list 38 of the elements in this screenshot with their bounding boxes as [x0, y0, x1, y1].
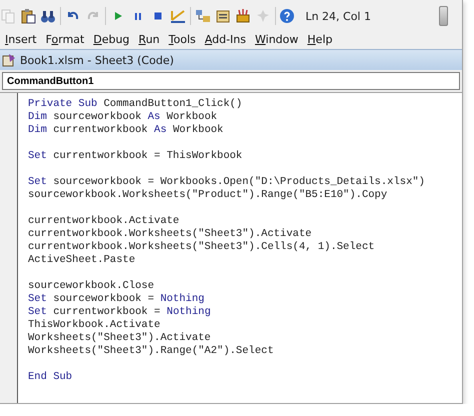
code-line: Set sourceworkbook = Workbooks.Open("D:\Products_Details.xlsx")	[28, 176, 426, 189]
code-line: Private Sub CommandButton1_Click()	[28, 98, 244, 111]
code-line: Set currentworkbook = Nothing	[28, 306, 212, 319]
menu-item[interactable]: Run	[136, 32, 166, 46]
code-line: currentworkbook.Worksheets("Sheet3").Cells(4, 1).Select	[28, 241, 376, 254]
module-icon	[2, 53, 16, 67]
paste-icon[interactable]	[20, 8, 36, 24]
menu-item[interactable]: Format	[42, 32, 90, 46]
code-line: Worksheets("Sheet3").Activate	[28, 332, 212, 345]
code-line: sourceworkbook.Worksheets("Product").Range("B5:E10").Copy	[28, 189, 388, 202]
menu-item[interactable]: Window	[252, 32, 304, 46]
code-line: sourceworkbook.Close	[28, 280, 156, 293]
code-line: End Sub	[28, 371, 74, 384]
toolbar-grip[interactable]	[439, 6, 448, 26]
menu-item[interactable]: Debug	[90, 32, 136, 46]
code-line: Worksheets("Sheet3").Range("A2").Select	[28, 345, 275, 358]
design-mode-icon[interactable]	[170, 8, 186, 24]
menu-item[interactable]: Insert	[2, 32, 43, 46]
help-icon[interactable]	[279, 8, 296, 24]
toolbox-icon[interactable]	[234, 8, 251, 24]
properties-icon[interactable]	[214, 8, 231, 24]
code-line: currentworkbook.Activate	[28, 215, 180, 228]
window-title: Book1.xlsm - Sheet3 (Code)	[20, 54, 174, 66]
code-line: Set sourceworkbook = Nothing	[28, 293, 206, 306]
menu-item[interactable]: Add-Ins	[202, 32, 252, 46]
project-explorer-icon[interactable]	[194, 8, 211, 24]
object-dropdown[interactable]: CommandButton1	[2, 72, 460, 90]
menu-item[interactable]: Tools	[166, 32, 202, 46]
code-line: Set currentworkbook = ThisWorkbook	[28, 150, 244, 163]
code-line: Dim currentworkbook As Workbook	[28, 124, 224, 137]
code-line: currentworkbook.Worksheets("Sheet3").Activate	[28, 228, 313, 241]
binoculars-icon[interactable]	[40, 8, 56, 24]
cursor-position: Ln 24, Col 1	[305, 10, 372, 22]
code-editor[interactable]	[18, 93, 462, 403]
code-line: Dim sourceworkbook As Workbook	[28, 111, 218, 124]
menu-item[interactable]: Help	[304, 32, 338, 46]
code-line: ActiveSheet.Paste	[28, 254, 136, 267]
code-line: ThisWorkbook.Activate	[28, 319, 162, 332]
